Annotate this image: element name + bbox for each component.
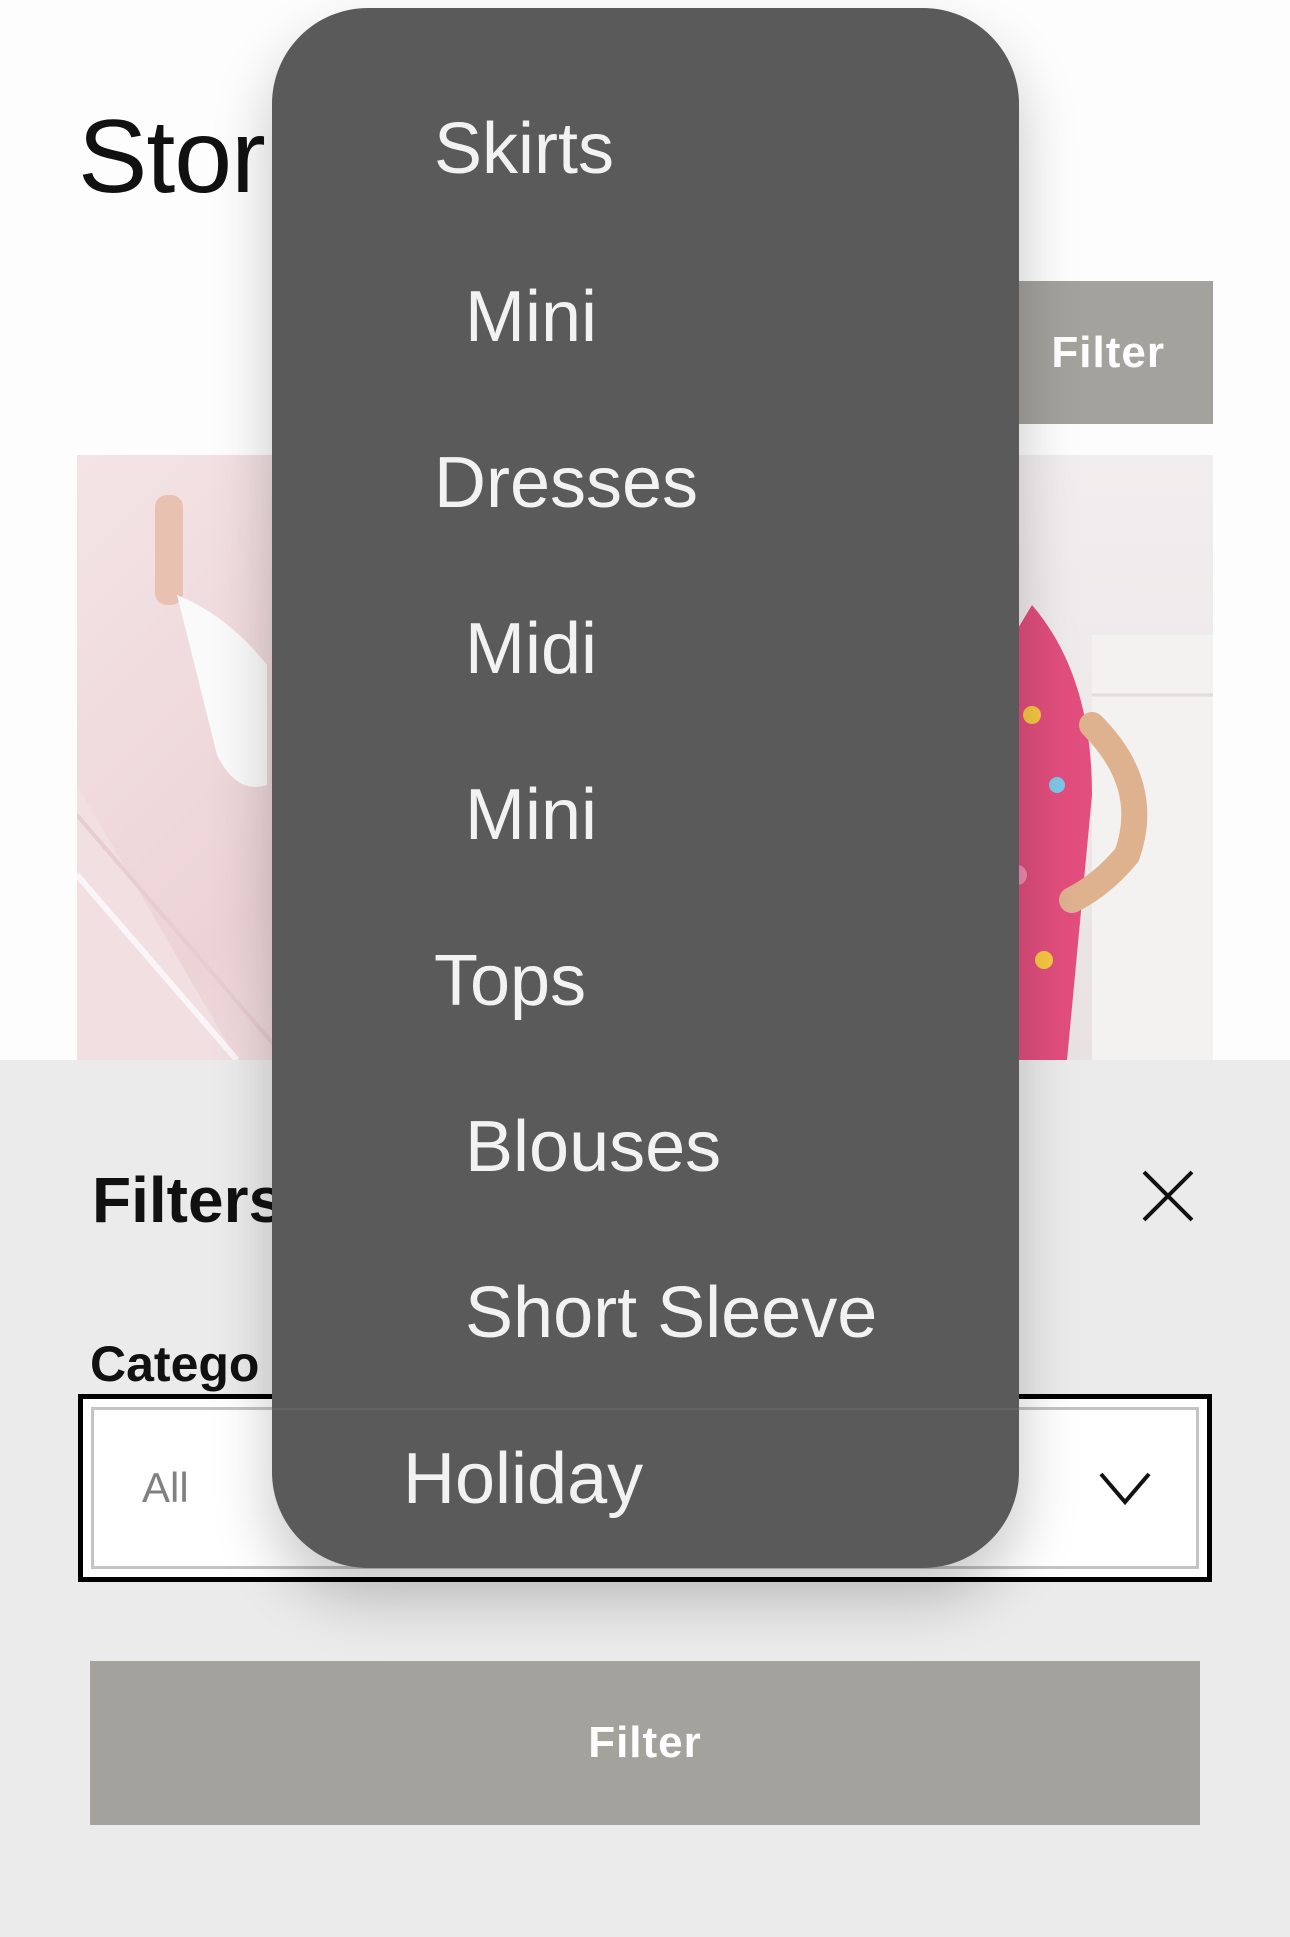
menu-divider xyxy=(272,1408,1019,1410)
menu-item-tops[interactable]: Tops xyxy=(272,921,1019,1041)
filter-button[interactable]: Filter xyxy=(1000,281,1213,424)
chevron-down-icon[interactable] xyxy=(1097,1468,1153,1508)
menu-item-tops-short-sleeve[interactable]: Short Sleeve xyxy=(272,1253,1019,1373)
category-label: Catego xyxy=(90,1336,260,1392)
page-title: Stor xyxy=(78,99,266,215)
category-dropdown-menu: Skirts Mini Dresses Midi Mini Tops Blous… xyxy=(272,8,1019,1568)
menu-item-skirts[interactable]: Skirts xyxy=(272,89,1019,209)
menu-item-tops-blouses[interactable]: Blouses xyxy=(272,1087,1019,1207)
close-icon[interactable] xyxy=(1140,1168,1196,1224)
filters-title: Filters xyxy=(92,1164,285,1236)
apply-filter-button[interactable]: Filter xyxy=(90,1661,1200,1825)
category-value: All xyxy=(142,1464,189,1511)
menu-item-dresses-midi[interactable]: Midi xyxy=(272,589,1019,709)
menu-item-dresses[interactable]: Dresses xyxy=(272,423,1019,543)
menu-item-dresses-mini[interactable]: Mini xyxy=(272,755,1019,875)
menu-item-skirts-mini[interactable]: Mini xyxy=(272,257,1019,377)
menu-item-holiday[interactable]: Holiday xyxy=(272,1419,1019,1539)
